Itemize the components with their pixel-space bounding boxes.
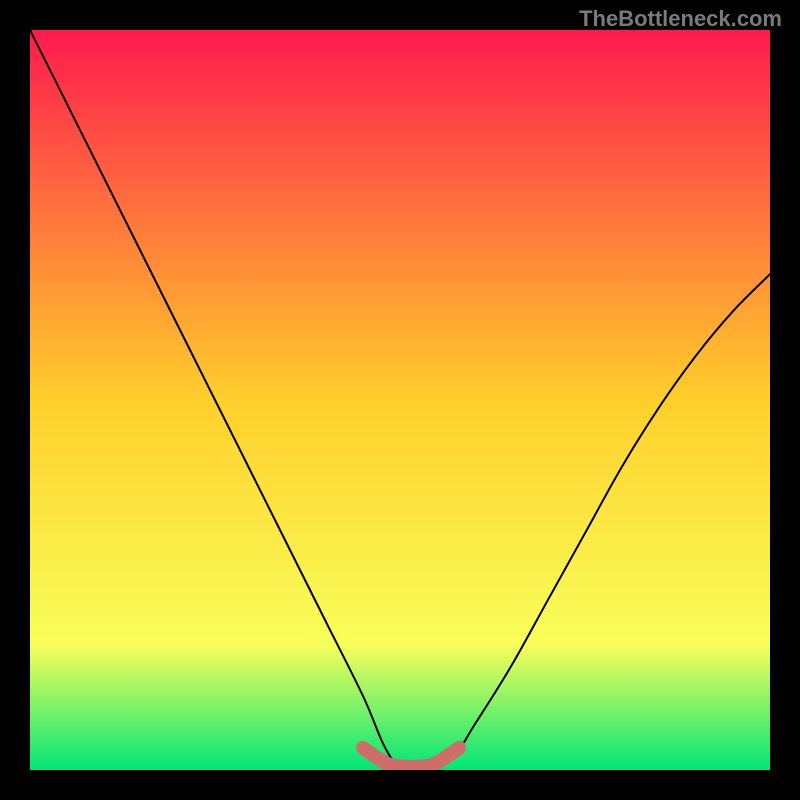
chart-frame: TheBottleneck.com — [0, 0, 800, 800]
watermark-text: TheBottleneck.com — [579, 6, 782, 32]
chart-svg — [30, 30, 770, 770]
heatmap-background — [30, 30, 770, 770]
chart-plot-area — [30, 30, 770, 770]
